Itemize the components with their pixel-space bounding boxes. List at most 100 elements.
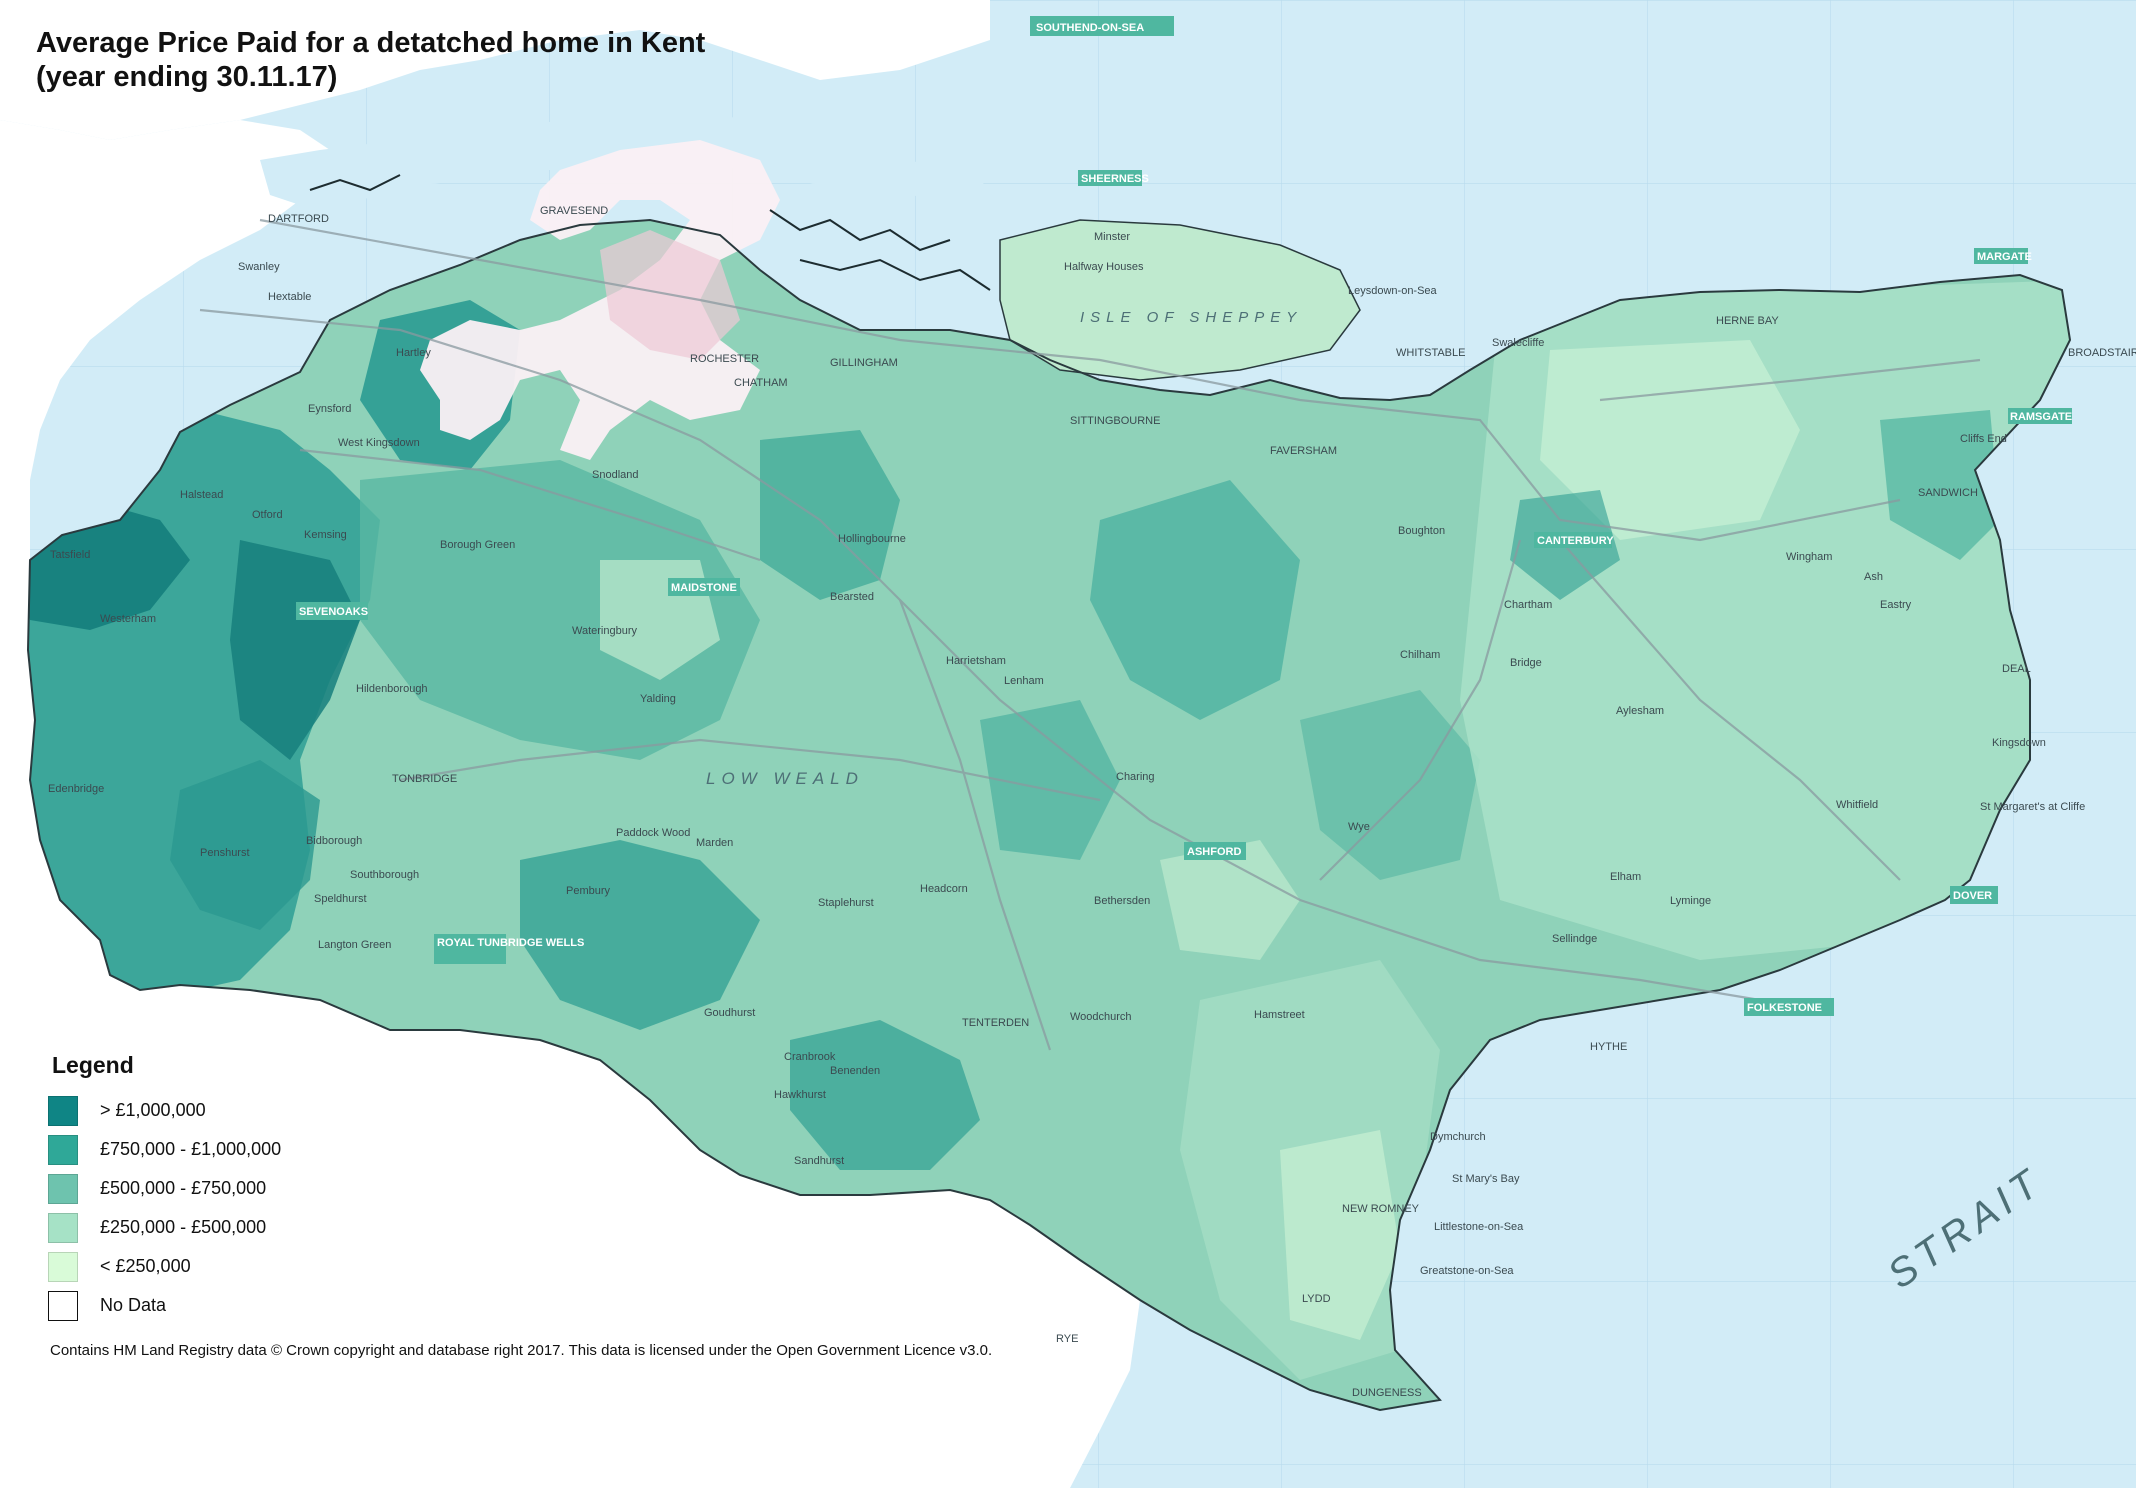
svg-text:HERNE BAY: HERNE BAY	[1716, 315, 1779, 327]
svg-text:Hartley: Hartley	[396, 347, 431, 359]
svg-text:CANTERBURY: CANTERBURY	[1537, 535, 1614, 547]
legend-item: > £1,000,000	[48, 1091, 281, 1130]
data-credit: Contains HM Land Registry data © Crown c…	[50, 1342, 993, 1359]
svg-text:Tatsfield: Tatsfield	[50, 549, 90, 561]
svg-text:Harrietsham: Harrietsham	[946, 655, 1006, 667]
svg-text:ROCHESTER: ROCHESTER	[690, 353, 759, 365]
svg-text:SOUTHEND-ON-SEA: SOUTHEND-ON-SEA	[1036, 22, 1144, 34]
svg-text:WHITSTABLE: WHITSTABLE	[1396, 347, 1465, 359]
svg-text:GRAVESEND: GRAVESEND	[540, 205, 608, 217]
svg-text:CHATHAM: CHATHAM	[734, 377, 788, 389]
svg-text:Kingsdown: Kingsdown	[1992, 737, 2046, 749]
svg-text:Penshurst: Penshurst	[200, 847, 250, 859]
svg-text:FAVERSHAM: FAVERSHAM	[1270, 445, 1337, 457]
svg-text:NEW ROMNEY: NEW ROMNEY	[1342, 1203, 1420, 1215]
svg-text:Swalecliffe: Swalecliffe	[1492, 337, 1544, 349]
svg-text:Marden: Marden	[696, 837, 733, 849]
legend-item: £250,000 - £500,000	[48, 1208, 281, 1247]
svg-text:Halfway Houses: Halfway Houses	[1064, 261, 1144, 273]
svg-text:Bearsted: Bearsted	[830, 591, 874, 603]
svg-text:Snodland: Snodland	[592, 469, 639, 481]
legend-swatch	[48, 1290, 78, 1321]
svg-text:Hildenborough: Hildenborough	[356, 683, 428, 695]
svg-text:Speldhurst: Speldhurst	[314, 893, 367, 905]
legend-swatch	[48, 1095, 78, 1126]
svg-text:DUNGENESS: DUNGENESS	[1352, 1387, 1422, 1399]
svg-text:Greatstone-on-Sea: Greatstone-on-Sea	[1420, 1265, 1514, 1277]
svg-text:LYDD: LYDD	[1302, 1293, 1331, 1305]
map-canvas: SOUTHEND-ON-SEA SHEERNESS MARGATE RAMSGA…	[0, 0, 2136, 1488]
svg-text:Bethersden: Bethersden	[1094, 895, 1150, 907]
legend-label: > £1,000,000	[100, 1100, 206, 1120]
svg-text:Littlestone-on-Sea: Littlestone-on-Sea	[1434, 1221, 1524, 1233]
svg-text:RYE: RYE	[1056, 1333, 1078, 1345]
svg-text:Hollingbourne: Hollingbourne	[838, 533, 906, 545]
legend-heading: Legend	[52, 1052, 134, 1078]
legend-label: £750,000 - £1,000,000	[100, 1139, 282, 1159]
region-isle-of-sheppey: ISLE OF SHEPPEY	[1080, 309, 1302, 326]
svg-text:Langton Green: Langton Green	[318, 939, 391, 951]
svg-text:Aylesham: Aylesham	[1616, 705, 1664, 717]
svg-text:Sandhurst: Sandhurst	[794, 1155, 844, 1167]
svg-text:Bidborough: Bidborough	[306, 835, 362, 847]
svg-text:St Mary's Bay: St Mary's Bay	[1452, 1173, 1520, 1185]
svg-text:Eynsford: Eynsford	[308, 403, 351, 415]
legend: Legend > £1,000,000 £750,000 - £1,000,00…	[48, 1052, 281, 1325]
svg-text:Benenden: Benenden	[830, 1065, 880, 1077]
svg-text:Halstead: Halstead	[180, 489, 223, 501]
svg-text:Chartham: Chartham	[1504, 599, 1552, 611]
svg-text:Charing: Charing	[1116, 771, 1155, 783]
legend-item: < £250,000	[48, 1247, 281, 1286]
svg-text:Hawkhurst: Hawkhurst	[774, 1089, 826, 1101]
legend-swatch	[48, 1173, 78, 1204]
svg-text:Minster: Minster	[1094, 231, 1130, 243]
svg-text:GILLINGHAM: GILLINGHAM	[830, 357, 898, 369]
svg-text:BROADSTAIRS: BROADSTAIRS	[2068, 347, 2136, 359]
legend-item: No Data	[48, 1286, 281, 1325]
legend-item: £500,000 - £750,000	[48, 1169, 281, 1208]
map-title: Average Price Paid for a detatched home …	[36, 26, 705, 94]
svg-text:DARTFORD: DARTFORD	[268, 213, 329, 225]
svg-text:MARGATE: MARGATE	[1977, 251, 2032, 263]
svg-text:Staplehurst: Staplehurst	[818, 897, 874, 909]
svg-text:RAMSGATE: RAMSGATE	[2010, 411, 2072, 423]
svg-text:TONBRIDGE: TONBRIDGE	[392, 773, 457, 785]
svg-text:Boughton: Boughton	[1398, 525, 1445, 537]
svg-text:Ash: Ash	[1864, 571, 1883, 583]
title-line-2: (year ending 30.11.17)	[36, 61, 338, 93]
svg-text:Westerham: Westerham	[100, 613, 156, 625]
legend-label: < £250,000	[100, 1256, 191, 1276]
legend-label: £500,000 - £750,000	[100, 1178, 267, 1198]
svg-text:Paddock Wood: Paddock Wood	[616, 827, 690, 839]
svg-text:Headcorn: Headcorn	[920, 883, 968, 895]
svg-text:Sellindge: Sellindge	[1552, 933, 1597, 945]
svg-text:SEVENOAKS: SEVENOAKS	[299, 606, 368, 618]
svg-text:Eastry: Eastry	[1880, 599, 1912, 611]
svg-text:Hamstreet: Hamstreet	[1254, 1009, 1305, 1021]
svg-text:Chilham: Chilham	[1400, 649, 1440, 661]
region-low-weald: LOW WEALD	[706, 769, 864, 788]
legend-item: £750,000 - £1,000,000	[48, 1130, 281, 1169]
svg-text:Yalding: Yalding	[640, 693, 676, 705]
svg-text:Woodchurch: Woodchurch	[1070, 1011, 1132, 1023]
legend-swatch	[48, 1134, 78, 1165]
svg-text:Hextable: Hextable	[268, 291, 311, 303]
svg-text:Swanley: Swanley	[238, 261, 280, 273]
svg-text:Cliffs End: Cliffs End	[1960, 433, 2007, 445]
svg-text:MAIDSTONE: MAIDSTONE	[671, 582, 737, 594]
svg-text:TENTERDEN: TENTERDEN	[962, 1017, 1029, 1029]
svg-text:Bridge: Bridge	[1510, 657, 1542, 669]
legend-swatch	[48, 1251, 78, 1282]
svg-text:Wye: Wye	[1348, 821, 1370, 833]
svg-text:Leysdown-on-Sea: Leysdown-on-Sea	[1348, 285, 1438, 297]
svg-text:ASHFORD: ASHFORD	[1187, 846, 1241, 858]
svg-text:Otford: Otford	[252, 509, 283, 521]
svg-text:Lyminge: Lyminge	[1670, 895, 1711, 907]
svg-text:Wingham: Wingham	[1786, 551, 1832, 563]
svg-text:Edenbridge: Edenbridge	[48, 783, 104, 795]
svg-text:FOLKESTONE: FOLKESTONE	[1747, 1002, 1822, 1014]
svg-text:St Margaret's at Cliffe: St Margaret's at Cliffe	[1980, 801, 2085, 813]
svg-text:SANDWICH: SANDWICH	[1918, 487, 1978, 499]
svg-text:ROYAL TUNBRIDGE WELLS: ROYAL TUNBRIDGE WELLS	[437, 937, 584, 949]
svg-text:HYTHE: HYTHE	[1590, 1041, 1627, 1053]
